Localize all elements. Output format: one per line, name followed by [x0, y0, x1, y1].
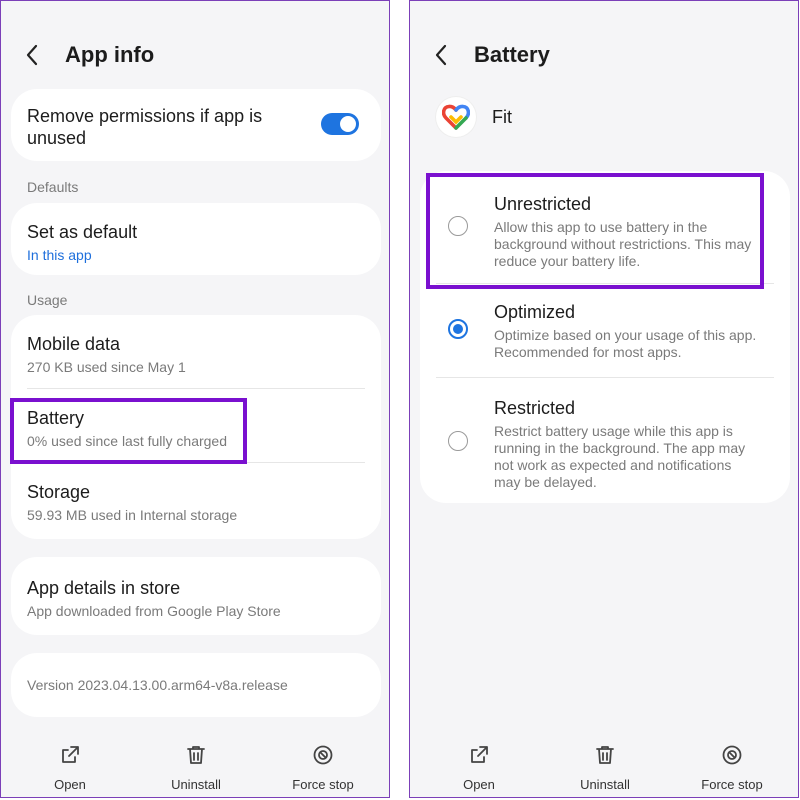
remove-permissions-toggle[interactable]	[321, 113, 359, 135]
open-button[interactable]: Open	[30, 743, 110, 792]
force-stop-label: Force stop	[292, 777, 354, 792]
fit-heart-icon	[436, 97, 476, 137]
mobile-data-sub: 270 KB used since May 1	[27, 359, 186, 375]
option-desc: Restrict battery usage while this app is…	[494, 423, 746, 490]
set-as-default-sub: In this app	[27, 247, 92, 263]
uninstall-button[interactable]: Uninstall	[565, 743, 645, 792]
app-name: Fit	[492, 106, 512, 127]
storage-sub: 59.93 MB used in Internal storage	[27, 507, 238, 523]
force-stop-icon	[313, 745, 333, 765]
storage-item[interactable]: Storage 59.93 MB used in Internal storag…	[27, 481, 365, 524]
remove-permissions-card[interactable]: Remove permissions if app is unused	[11, 89, 381, 161]
app-details-card[interactable]: App details in store App downloaded from…	[11, 557, 381, 635]
radio-button-optimized[interactable]	[448, 319, 468, 339]
force-stop-button[interactable]: Force stop	[692, 743, 772, 792]
app-details-title: App details in store	[27, 578, 181, 598]
page-title: App info	[65, 42, 155, 67]
set-as-default-card[interactable]: Set as default In this app	[11, 203, 381, 275]
open-button[interactable]: Open	[439, 743, 519, 792]
divider	[27, 388, 365, 389]
app-details-sub: App downloaded from Google Play Store	[27, 603, 281, 619]
app-row: Fit	[436, 97, 512, 137]
force-stop-icon	[722, 745, 742, 765]
mobile-data-title: Mobile data	[27, 334, 121, 354]
unrestricted-highlight-box	[426, 173, 764, 289]
battery-highlight-box	[10, 398, 247, 464]
page-title: Battery	[474, 42, 550, 67]
version-text: Version 2023.04.13.00.arm64-v8a.release	[27, 677, 288, 693]
section-label-usage: Usage	[27, 292, 68, 308]
version-card: Version 2023.04.13.00.arm64-v8a.release	[11, 653, 381, 717]
uninstall-button[interactable]: Uninstall	[156, 743, 236, 792]
storage-title: Storage	[27, 482, 91, 502]
trash-icon	[596, 746, 614, 764]
open-label: Open	[54, 777, 86, 792]
back-arrow-icon[interactable]	[434, 44, 454, 66]
radio-button-restricted[interactable]	[448, 431, 468, 451]
trash-icon	[187, 746, 205, 764]
option-restricted[interactable]: Restricted Restrict battery usage while …	[436, 393, 774, 493]
battery-header: Battery	[434, 35, 550, 75]
section-label-defaults: Defaults	[27, 179, 79, 195]
option-desc: Optimize based on your usage of this app…	[494, 327, 757, 360]
option-title: Optimized	[494, 302, 576, 322]
back-arrow-icon[interactable]	[25, 44, 45, 66]
uninstall-label: Uninstall	[171, 777, 221, 792]
open-external-icon	[471, 746, 488, 763]
option-optimized[interactable]: Optimized Optimize based on your usage o…	[436, 297, 774, 367]
remove-permissions-label: Remove permissions if app is unused	[27, 106, 263, 148]
app-info-header: App info	[25, 35, 154, 75]
force-stop-button[interactable]: Force stop	[283, 743, 363, 792]
option-title: Restricted	[494, 398, 576, 418]
app-info-screen: App info Remove permissions if app is un…	[0, 0, 390, 798]
open-label: Open	[463, 777, 495, 792]
force-stop-label: Force stop	[701, 777, 763, 792]
set-as-default-title: Set as default	[27, 222, 138, 242]
battery-screen: Battery Fit Unrestricted Allow this app …	[409, 0, 799, 798]
mobile-data-item[interactable]: Mobile data 270 KB used since May 1	[27, 333, 365, 376]
open-external-icon	[62, 746, 79, 763]
toggle-knob	[340, 116, 356, 132]
uninstall-label: Uninstall	[580, 777, 630, 792]
divider	[436, 377, 774, 378]
